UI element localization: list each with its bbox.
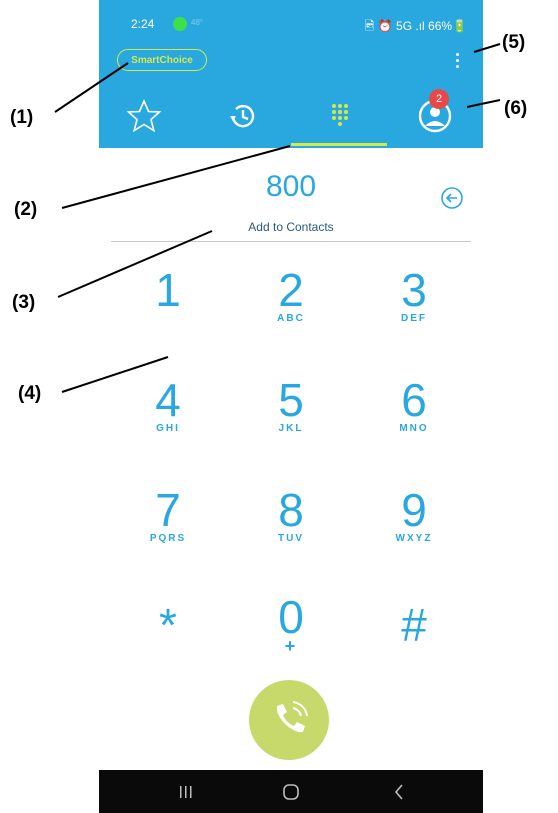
phone-screen: 2:24 48° 🖻 ⏰ 5G .ıl 66%🔋 SmartChoice 2 8… bbox=[99, 0, 483, 813]
backspace-button[interactable] bbox=[439, 185, 465, 211]
phone-icon bbox=[276, 701, 308, 733]
active-tab-indicator bbox=[291, 143, 387, 146]
key-digit: 7 bbox=[155, 484, 181, 536]
call-button[interactable] bbox=[249, 680, 329, 760]
key-0[interactable]: 0 + bbox=[241, 592, 341, 682]
key-hash[interactable]: # bbox=[364, 600, 464, 690]
dialed-number[interactable]: 800 bbox=[99, 170, 483, 204]
key-7[interactable]: 7 PQRS bbox=[118, 485, 218, 575]
key-letters: JKL bbox=[278, 423, 304, 434]
key-star[interactable]: * bbox=[118, 600, 218, 690]
key-letters: MNO bbox=[399, 423, 429, 434]
home-icon[interactable] bbox=[276, 780, 306, 804]
tab-favorites[interactable] bbox=[124, 96, 164, 136]
key-letters: GHI bbox=[156, 423, 180, 434]
key-letters: PQRS bbox=[149, 533, 187, 544]
key-2[interactable]: 2 ABC bbox=[241, 265, 341, 355]
tab-keypad[interactable] bbox=[320, 96, 360, 136]
notification-dot-icon bbox=[173, 17, 187, 31]
tab-recents[interactable] bbox=[222, 96, 262, 136]
key-letters: TUV bbox=[278, 533, 304, 544]
key-9[interactable]: 9 WXYZ bbox=[364, 485, 464, 575]
key-1[interactable]: 1 bbox=[118, 265, 218, 355]
status-indicators: 🖻 ⏰ 5G .ıl 66%🔋 bbox=[364, 19, 467, 33]
add-to-contacts-link[interactable]: Add to Contacts bbox=[99, 220, 483, 234]
app-header: 2:24 48° 🖻 ⏰ 5G .ıl 66%🔋 SmartChoice 2 bbox=[99, 0, 483, 148]
star-icon bbox=[126, 98, 162, 133]
backspace-icon bbox=[441, 187, 463, 209]
key-digit: 2 bbox=[278, 264, 304, 316]
key-digit: * bbox=[159, 599, 177, 651]
key-digit: 1 bbox=[155, 264, 181, 316]
key-digit: 6 bbox=[401, 374, 427, 426]
key-digit: 0 bbox=[278, 591, 304, 643]
key-letters: WXYZ bbox=[395, 533, 433, 544]
callout-3: (3) bbox=[12, 292, 36, 313]
key-letters: DEF bbox=[401, 313, 427, 324]
key-digit: 5 bbox=[278, 374, 304, 426]
contacts-count-badge: 2 bbox=[429, 89, 449, 109]
key-digit: 4 bbox=[155, 374, 181, 426]
callout-4: (4) bbox=[18, 383, 42, 404]
key-5[interactable]: 5 JKL bbox=[241, 375, 341, 465]
history-icon bbox=[230, 104, 255, 128]
divider bbox=[111, 241, 471, 242]
kebab-menu-icon[interactable] bbox=[451, 50, 463, 74]
callout-5: (5) bbox=[502, 32, 526, 53]
callout-1: (1) bbox=[10, 107, 34, 128]
key-letters: ABC bbox=[277, 313, 305, 324]
system-nav-bar bbox=[99, 770, 483, 813]
key-6[interactable]: 6 MNO bbox=[364, 375, 464, 465]
key-4[interactable]: 4 GHI bbox=[118, 375, 218, 465]
key-digit: 3 bbox=[401, 264, 427, 316]
keypad-icon bbox=[332, 104, 348, 126]
smartchoice-badge[interactable]: SmartChoice bbox=[117, 49, 207, 71]
key-digit: # bbox=[401, 599, 427, 651]
key-digit: 8 bbox=[278, 484, 304, 536]
back-icon[interactable] bbox=[384, 780, 414, 804]
callout-6: (6) bbox=[504, 98, 528, 119]
key-8[interactable]: 8 TUV bbox=[241, 485, 341, 575]
callout-2: (2) bbox=[14, 199, 38, 220]
key-letters: + bbox=[284, 636, 298, 656]
status-bar: 2:24 48° 🖻 ⏰ 5G .ıl 66%🔋 bbox=[99, 0, 483, 46]
status-time: 2:24 bbox=[131, 17, 155, 31]
key-digit: 9 bbox=[401, 484, 427, 536]
status-temp: 48° bbox=[191, 18, 204, 27]
recent-apps-icon[interactable] bbox=[171, 780, 201, 804]
key-3[interactable]: 3 DEF bbox=[364, 265, 464, 355]
